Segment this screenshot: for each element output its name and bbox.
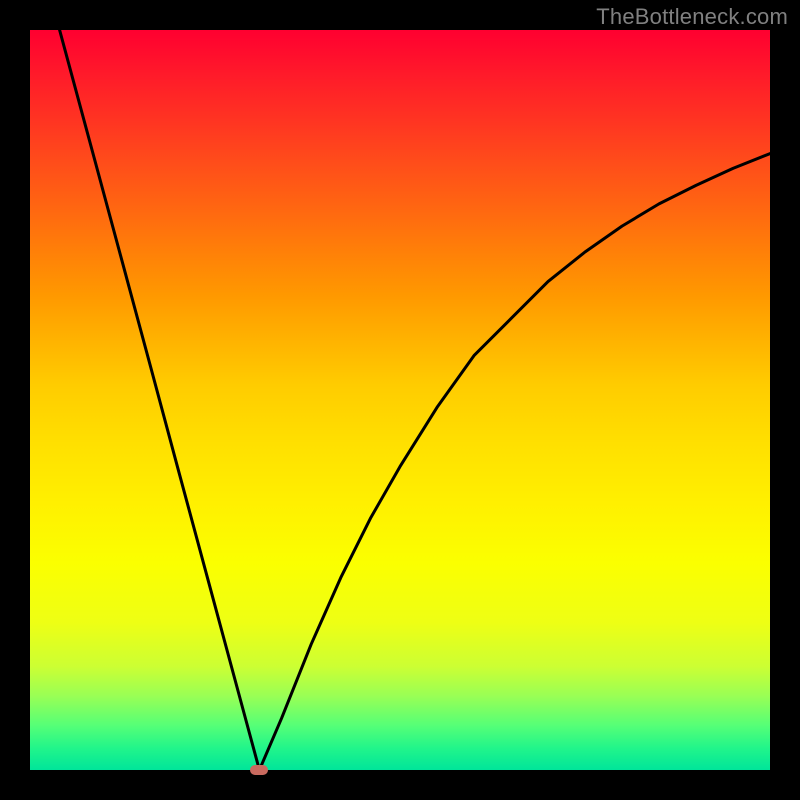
minimum-marker	[250, 765, 268, 775]
chart-curve-path	[60, 30, 770, 770]
chart-outer-frame: TheBottleneck.com	[0, 0, 800, 800]
watermark-text: TheBottleneck.com	[596, 4, 788, 30]
chart-plot-area	[30, 30, 770, 770]
chart-svg	[30, 30, 770, 770]
